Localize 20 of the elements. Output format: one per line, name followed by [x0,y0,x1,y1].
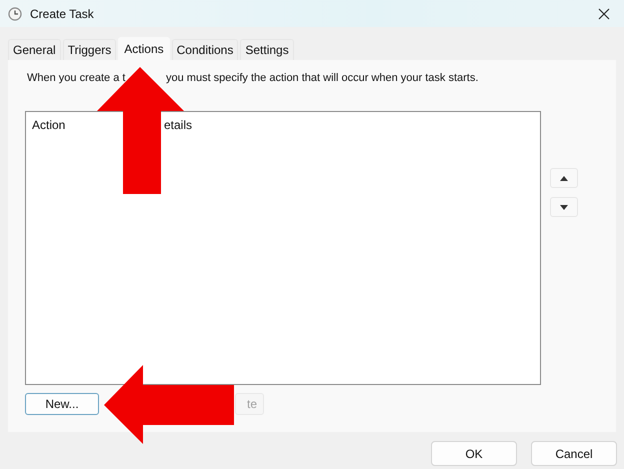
caret-down-icon [560,204,568,210]
tab[interactable]: Conditions [172,39,238,60]
dialog-button[interactable]: Cancel [531,441,617,466]
move-up-button[interactable] [550,168,578,188]
dialog-button[interactable]: OK [431,441,517,466]
tab[interactable]: General [8,39,61,60]
tab[interactable]: Triggers [62,39,116,60]
caret-up-icon [560,176,568,180]
tab[interactable]: Actions [118,37,170,60]
close-button[interactable] [596,6,612,22]
move-down-button[interactable] [550,197,578,217]
column-header: Action [32,118,66,132]
clock-icon [8,6,22,20]
description-text: you must specify the action that will occur when your task starts. [166,72,480,86]
description-text: When you create a t [27,72,126,86]
column-header: etails [164,118,194,132]
tab[interactable]: Settings [240,39,294,60]
actions-list[interactable]: Action etails [25,111,541,385]
window-title: Create Task [30,6,95,20]
list-action-button[interactable]: New... [25,393,99,415]
